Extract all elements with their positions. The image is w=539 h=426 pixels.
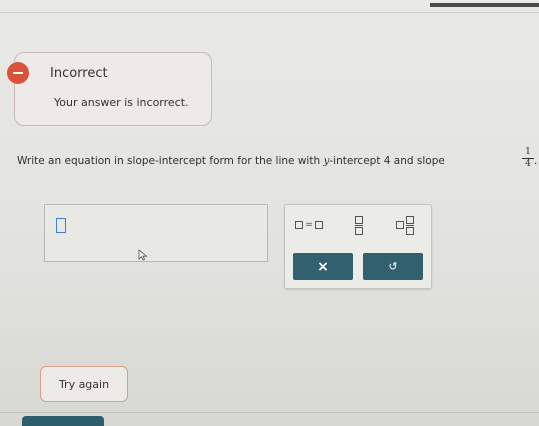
box-icon <box>396 221 404 229</box>
equals-symbol: = <box>305 220 313 230</box>
question-ending: . <box>534 155 538 167</box>
question-text-before: Write an equation in slope-intercept for… <box>17 155 324 167</box>
feedback-message: Your answer is incorrect. <box>54 96 189 109</box>
box-icon <box>295 221 304 229</box>
equation-template-button[interactable]: = <box>291 215 327 235</box>
mouse-pointer-icon <box>138 249 148 261</box>
slope-numerator: 1 <box>522 147 534 159</box>
math-toolbar: = × ↺ <box>284 204 432 289</box>
page-background: Incorrect Your answer is incorrect. Writ… <box>0 0 539 426</box>
answer-input[interactable] <box>44 204 268 262</box>
header-line <box>0 12 539 13</box>
footer-divider <box>0 412 539 413</box>
error-icon <box>7 62 29 84</box>
input-placeholder-box <box>56 218 66 233</box>
clear-button[interactable]: × <box>293 253 353 280</box>
feedback-title: Incorrect <box>50 66 108 81</box>
question-text-middle: -intercept <box>329 155 384 167</box>
question-text-after: and slope <box>390 155 445 167</box>
try-again-button[interactable]: Try again <box>40 366 128 402</box>
top-divider <box>430 3 539 7</box>
slope-denominator: 4 <box>525 159 531 169</box>
fraction-icon <box>355 215 363 235</box>
mixed-number-button[interactable] <box>391 215 419 235</box>
question-text: Write an equation in slope-intercept for… <box>17 155 445 167</box>
slope-fraction: 1 4 <box>522 147 534 170</box>
undo-button[interactable]: ↺ <box>363 253 423 280</box>
footer-tab[interactable] <box>22 416 104 426</box>
fraction-icon <box>406 215 414 235</box>
fraction-button[interactable] <box>349 215 369 235</box>
box-icon <box>314 221 323 229</box>
feedback-panel <box>14 52 212 126</box>
